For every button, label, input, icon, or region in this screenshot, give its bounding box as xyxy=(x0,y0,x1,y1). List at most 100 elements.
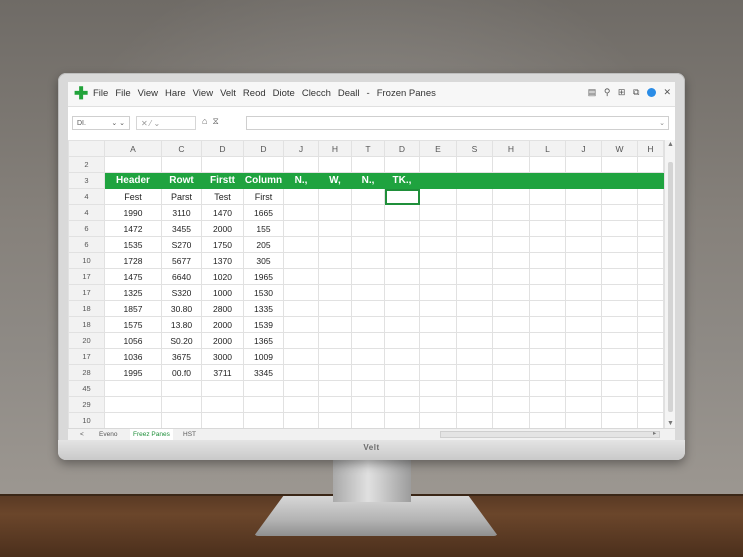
row-header[interactable]: 17 xyxy=(68,284,105,301)
cell[interactable] xyxy=(351,236,385,253)
cell[interactable]: 3345 xyxy=(243,364,284,381)
cell[interactable] xyxy=(419,252,457,269)
column-header[interactable]: T xyxy=(351,140,385,157)
cell[interactable] xyxy=(384,380,420,397)
cell[interactable] xyxy=(565,316,602,333)
cell[interactable] xyxy=(601,284,638,301)
cell[interactable] xyxy=(201,380,244,397)
cell[interactable] xyxy=(637,380,664,397)
cell[interactable] xyxy=(637,332,664,349)
cell[interactable] xyxy=(283,268,319,285)
cell[interactable] xyxy=(565,380,602,397)
cell[interactable] xyxy=(243,396,284,413)
cell[interactable] xyxy=(492,204,530,221)
cell[interactable] xyxy=(565,284,602,301)
cell[interactable] xyxy=(384,156,420,173)
cell[interactable]: 1365 xyxy=(243,332,284,349)
name-box[interactable]: DI. ⌄ ⌄ xyxy=(72,116,130,130)
row-header[interactable]: 10 xyxy=(68,412,105,428)
cell[interactable] xyxy=(351,188,385,205)
cell[interactable] xyxy=(456,380,493,397)
cell[interactable] xyxy=(601,332,638,349)
cell[interactable] xyxy=(601,236,638,253)
cell[interactable] xyxy=(529,252,566,269)
cell[interactable]: 2000 xyxy=(201,332,244,349)
cell[interactable] xyxy=(492,236,530,253)
cell[interactable]: 1009 xyxy=(243,348,284,365)
formula-input[interactable]: ⌄ xyxy=(246,116,669,130)
column-header[interactable]: C xyxy=(161,140,202,157)
cell[interactable] xyxy=(529,300,566,317)
cell[interactable] xyxy=(351,332,385,349)
menu-item[interactable]: Reod xyxy=(243,88,266,99)
cell[interactable] xyxy=(104,156,162,173)
cell[interactable]: N., xyxy=(283,172,319,189)
column-header[interactable]: J xyxy=(565,140,602,157)
cell[interactable] xyxy=(565,252,602,269)
cell[interactable] xyxy=(456,156,493,173)
cell[interactable] xyxy=(565,188,602,205)
cell[interactable] xyxy=(637,316,664,333)
cell[interactable] xyxy=(492,412,530,428)
cell[interactable] xyxy=(601,252,638,269)
cell[interactable] xyxy=(529,380,566,397)
cell[interactable] xyxy=(318,412,352,428)
cell[interactable] xyxy=(384,300,420,317)
scroll-up-icon[interactable]: ▲ xyxy=(667,141,674,148)
cell[interactable]: 1056 xyxy=(104,332,162,349)
cell[interactable]: 1000 xyxy=(201,284,244,301)
cell[interactable] xyxy=(351,316,385,333)
cell[interactable] xyxy=(529,364,566,381)
cell[interactable] xyxy=(384,396,420,413)
cell[interactable] xyxy=(283,236,319,253)
cell[interactable] xyxy=(283,412,319,428)
cell[interactable] xyxy=(492,268,530,285)
cell[interactable] xyxy=(283,364,319,381)
cell[interactable] xyxy=(351,348,385,365)
column-header[interactable]: L xyxy=(529,140,566,157)
expand-icon[interactable]: ⌄ xyxy=(659,117,665,131)
cell[interactable] xyxy=(456,332,493,349)
column-header[interactable]: S xyxy=(456,140,493,157)
cell[interactable] xyxy=(492,316,530,333)
cell[interactable]: W, xyxy=(318,172,352,189)
cell[interactable] xyxy=(419,204,457,221)
cell[interactable] xyxy=(601,412,638,428)
cell[interactable] xyxy=(318,284,352,301)
cell[interactable]: 155 xyxy=(243,220,284,237)
cell[interactable] xyxy=(384,364,420,381)
cell[interactable] xyxy=(565,396,602,413)
cell[interactable]: S320 xyxy=(161,284,202,301)
cell[interactable] xyxy=(351,364,385,381)
cell[interactable] xyxy=(637,188,664,205)
cell[interactable]: Rowt xyxy=(161,172,202,189)
cell[interactable] xyxy=(565,364,602,381)
cell[interactable] xyxy=(419,172,457,189)
cell[interactable] xyxy=(565,268,602,285)
cell[interactable] xyxy=(384,268,420,285)
cell[interactable] xyxy=(456,204,493,221)
cell[interactable] xyxy=(243,156,284,173)
cell[interactable] xyxy=(419,268,457,285)
cell[interactable]: 1539 xyxy=(243,316,284,333)
cell[interactable] xyxy=(351,380,385,397)
cell[interactable] xyxy=(601,380,638,397)
cell[interactable] xyxy=(492,284,530,301)
cell[interactable] xyxy=(565,236,602,253)
cell[interactable] xyxy=(637,268,664,285)
cell[interactable] xyxy=(351,300,385,317)
cell[interactable] xyxy=(601,300,638,317)
cell[interactable] xyxy=(318,332,352,349)
cell[interactable] xyxy=(318,188,352,205)
cell[interactable]: S270 xyxy=(161,236,202,253)
cell[interactable] xyxy=(283,204,319,221)
cell[interactable] xyxy=(529,396,566,413)
cell[interactable] xyxy=(565,172,602,189)
cell[interactable] xyxy=(456,396,493,413)
cell[interactable] xyxy=(456,300,493,317)
cell[interactable] xyxy=(419,396,457,413)
cell[interactable]: 1530 xyxy=(243,284,284,301)
scroll-thumb[interactable] xyxy=(668,162,673,412)
cell[interactable] xyxy=(456,252,493,269)
cell[interactable] xyxy=(456,316,493,333)
